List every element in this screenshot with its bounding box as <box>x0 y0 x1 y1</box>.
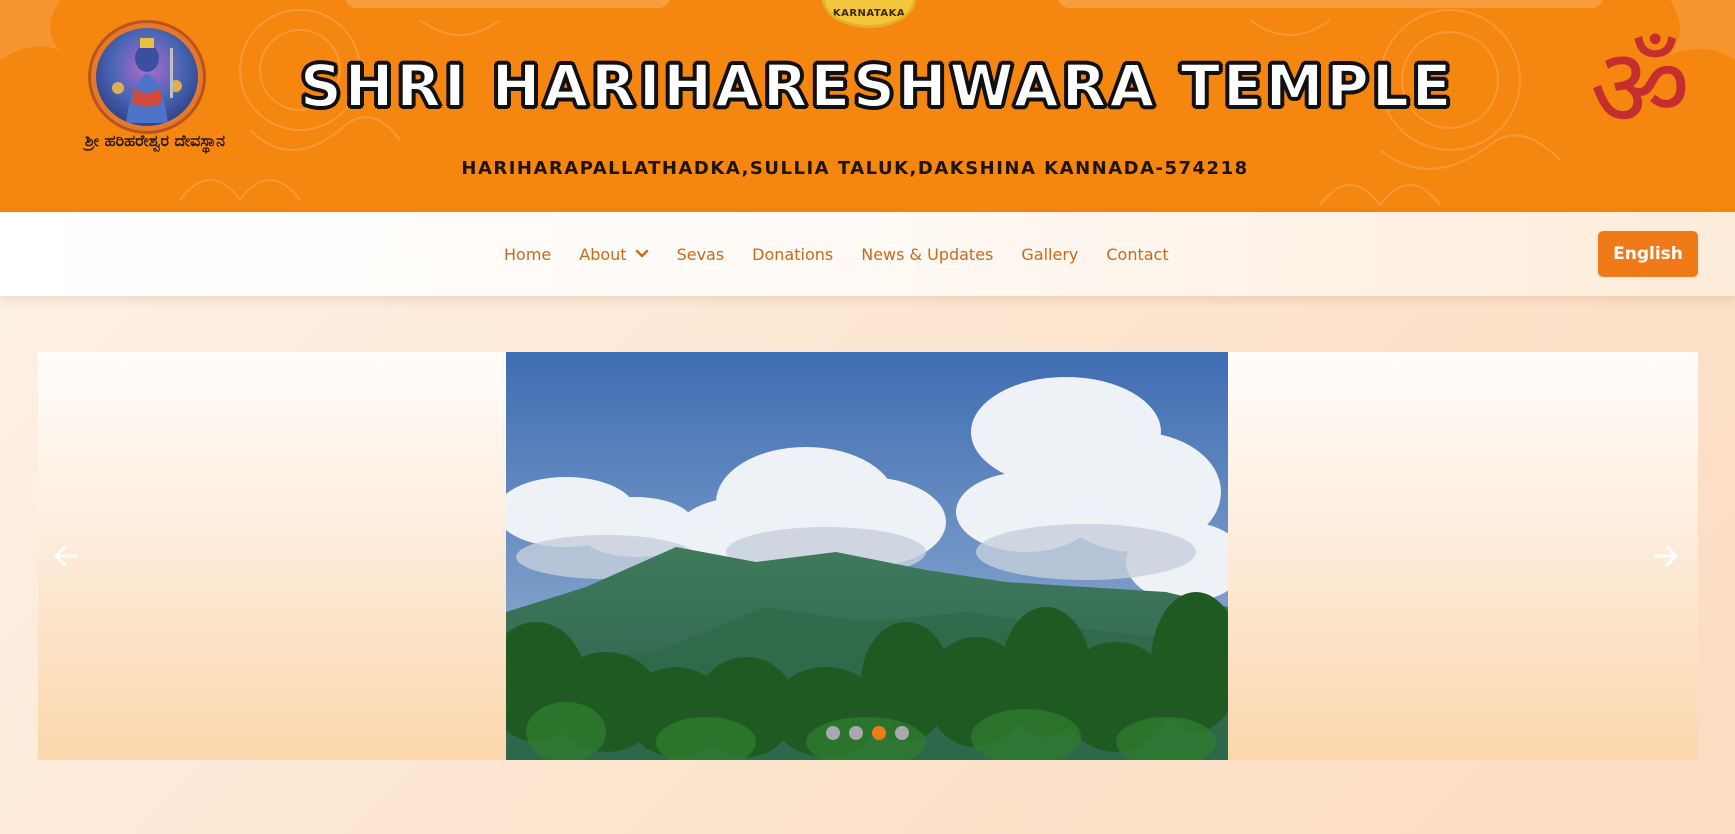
header-banner: KARNATAKA ಶ್ರೀ ಹರಿಹರೇಶ್ವರ ದೇವಸ್ಥಾನ SHRI … <box>0 0 1735 212</box>
main-navbar: Home About Sevas Donations News & Update… <box>0 212 1735 296</box>
site-title: SHRI HARIHARESHWARA TEMPLE <box>299 51 1455 121</box>
site-address: HARIHARAPALLATHADKA,SULLIA TALUK,DAKSHIN… <box>461 158 1249 179</box>
arrow-left-icon <box>54 545 78 567</box>
carousel-indicators <box>826 726 909 740</box>
nav-item-label: News & Updates <box>861 244 994 264</box>
language-button[interactable]: English <box>1598 231 1698 277</box>
logo-caption: ಶ್ರೀ ಹರಿಹರೇಶ್ವರ ದೇವಸ್ಥಾನ <box>84 131 226 150</box>
nav-item-home[interactable]: Home <box>490 234 565 274</box>
nav-item-label: Contact <box>1106 244 1169 264</box>
nav-item-label: Sevas <box>676 244 725 264</box>
top-decorative-pill-right <box>1058 0 1603 8</box>
top-decorative-pill-left <box>345 0 670 8</box>
mountain-landscape-image <box>506 352 1228 760</box>
deity-logo-icon <box>96 28 198 126</box>
carousel-dot-2[interactable] <box>849 726 863 740</box>
emblem-text: KARNATAKA <box>832 8 906 19</box>
nav-item-about[interactable]: About <box>565 234 662 274</box>
nav-item-sevas[interactable]: Sevas <box>663 234 739 274</box>
carousel-dot-1[interactable] <box>826 726 840 740</box>
arrow-right-icon <box>1654 545 1678 567</box>
carousel-prev-button[interactable] <box>48 538 84 574</box>
carousel-next-button[interactable] <box>1648 538 1684 574</box>
carousel-dot-4[interactable] <box>895 726 909 740</box>
nav-menu: Home About Sevas Donations News & Update… <box>490 212 1183 296</box>
nav-item-contact[interactable]: Contact <box>1092 234 1182 274</box>
temple-logo[interactable] <box>88 20 206 134</box>
nav-item-label: Donations <box>752 244 834 264</box>
hero-carousel <box>38 352 1698 760</box>
nav-item-label: Gallery <box>1021 244 1079 264</box>
chevron-down-icon <box>635 249 648 258</box>
nav-item-donations[interactable]: Donations <box>738 234 847 274</box>
nav-item-gallery[interactable]: Gallery <box>1007 234 1092 274</box>
nav-item-news-updates[interactable]: News & Updates <box>847 234 1007 274</box>
carousel-dot-3[interactable] <box>872 726 886 740</box>
nav-item-label: About <box>579 244 627 264</box>
nav-item-label: Home <box>504 244 552 264</box>
om-icon: ॐ <box>1589 24 1691 152</box>
